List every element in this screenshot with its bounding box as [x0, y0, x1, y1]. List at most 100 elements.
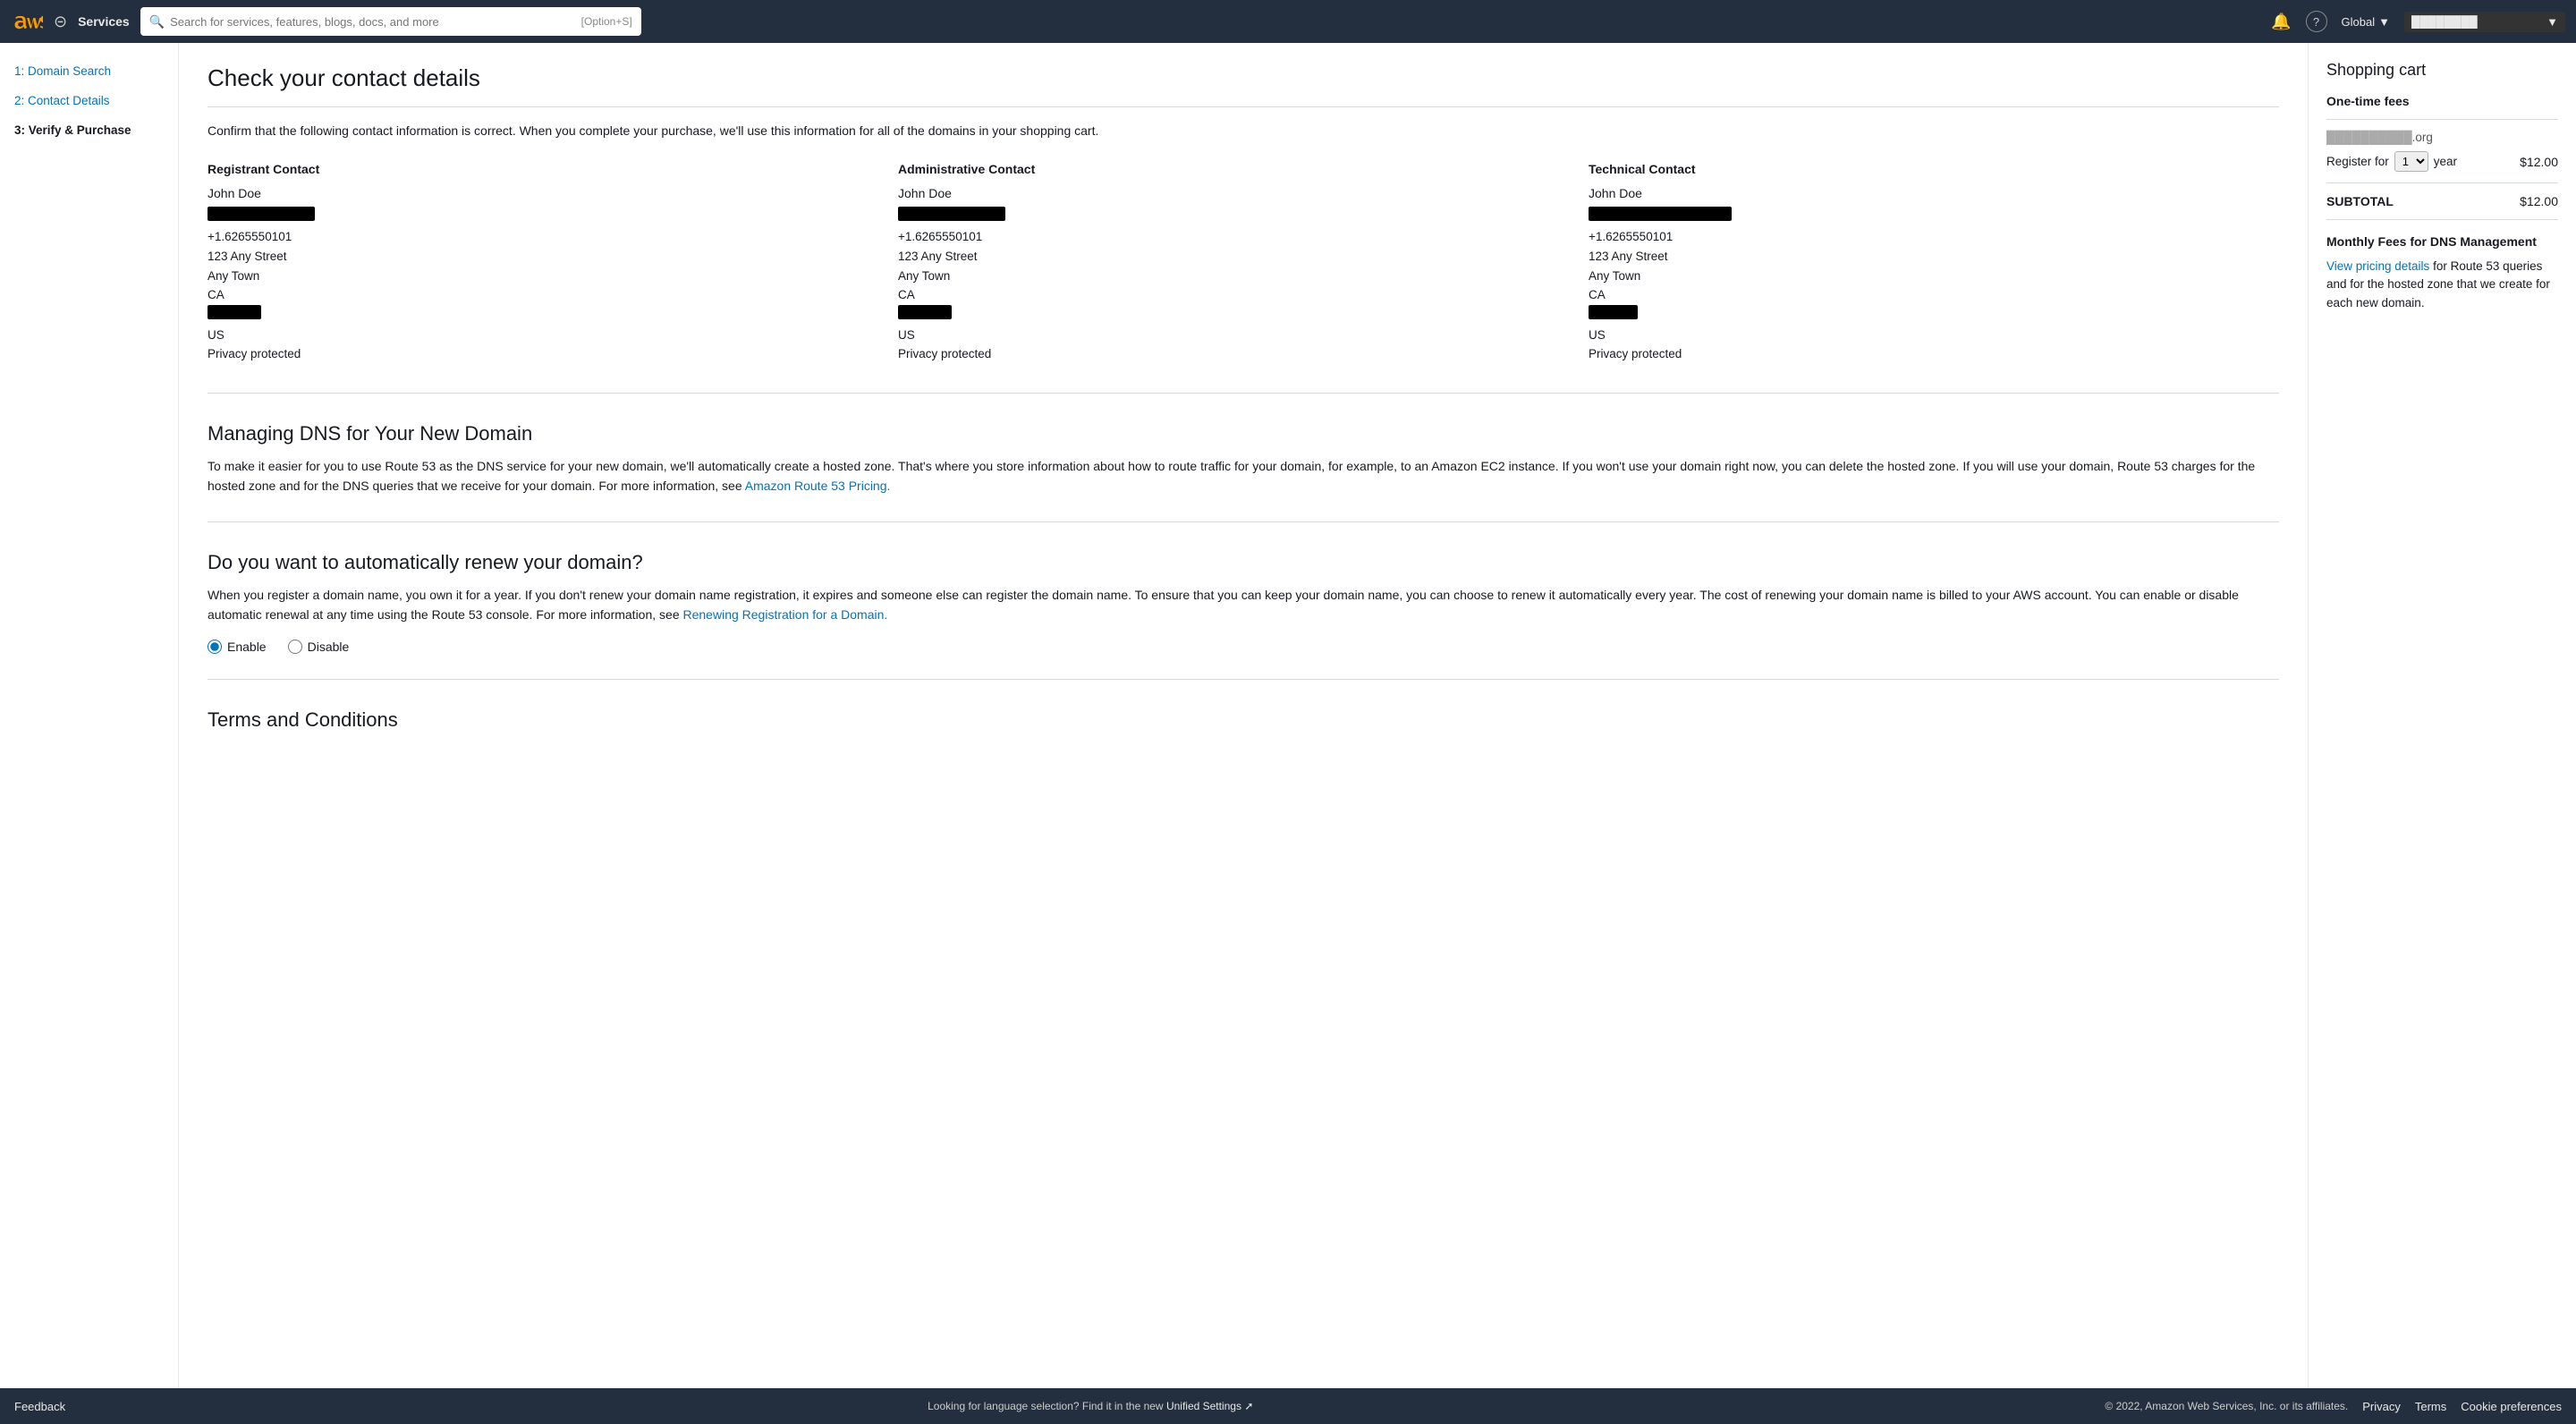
- administrative-contact: Administrative Contact John Doe +1.62655…: [898, 162, 1589, 364]
- search-icon: 🔍: [149, 14, 165, 30]
- help-button[interactable]: ?: [2306, 11, 2327, 32]
- page-wrapper: 1: Domain Search 2: Contact Details 3: V…: [0, 43, 2576, 1388]
- registrant-contact: Registrant Contact John Doe +1.626555010…: [208, 162, 898, 364]
- renew-divider: [208, 521, 2279, 522]
- page-title: Check your contact details: [208, 64, 2279, 92]
- administrative-state: CA: [898, 285, 1589, 305]
- footer-notice: Looking for language selection? Find it …: [76, 1400, 2105, 1412]
- renew-body: When you register a domain name, you own…: [208, 585, 2279, 625]
- title-divider: [208, 106, 2279, 107]
- intro-text: Confirm that the following contact infor…: [208, 122, 2279, 140]
- dns-body-text: To make it easier for you to use Route 5…: [208, 459, 2255, 493]
- dns-heading: Managing DNS for Your New Domain: [208, 422, 2279, 445]
- administrative-email-redacted: [898, 207, 1005, 221]
- registrant-country: US: [208, 326, 898, 345]
- registrant-city: Any Town: [208, 267, 898, 286]
- register-for-label: Register for: [2326, 155, 2389, 168]
- enable-renewal-text: Enable: [227, 640, 267, 654]
- renewing-registration-link[interactable]: Renewing Registration for a Domain.: [683, 607, 888, 622]
- cart-title: Shopping cart: [2326, 61, 2558, 80]
- registrant-address: 123 Any Street: [208, 247, 898, 267]
- sidebar-item-verify-purchase[interactable]: 3: Verify & Purchase: [14, 123, 164, 137]
- account-chevron-icon: ▼: [2546, 15, 2558, 29]
- registrant-heading: Registrant Contact: [208, 162, 898, 176]
- technical-country: US: [1589, 326, 2279, 345]
- technical-state: CA: [1589, 285, 2279, 305]
- monthly-fees-label: Monthly Fees for DNS Management: [2326, 234, 2558, 249]
- one-time-fees-label: One-time fees: [2326, 94, 2558, 108]
- registrant-phone: +1.6265550101: [208, 227, 898, 247]
- registrant-name: John Doe: [208, 183, 898, 203]
- notifications-button[interactable]: 🔔: [2271, 13, 2291, 31]
- region-label: Global: [2342, 15, 2376, 29]
- route53-pricing-link[interactable]: Amazon Route 53 Pricing.: [745, 479, 891, 493]
- cart-price: $12.00: [2520, 155, 2558, 169]
- nav-right: 🔔 ? Global ▼ ████████ ▼: [2271, 11, 2565, 32]
- registrant-state: CA: [208, 285, 898, 305]
- administrative-city: Any Town: [898, 267, 1589, 286]
- register-years-select[interactable]: 1 2 3 5: [2394, 151, 2428, 172]
- administrative-heading: Administrative Contact: [898, 162, 1589, 176]
- technical-heading: Technical Contact: [1589, 162, 2279, 176]
- search-shortcut: [Option+S]: [581, 15, 632, 28]
- renew-body-text: When you register a domain name, you own…: [208, 588, 2239, 622]
- technical-contact: Technical Contact John Doe +1.6265550101…: [1589, 162, 2279, 364]
- registrant-email-redacted: [208, 207, 315, 221]
- technical-privacy: Privacy protected: [1589, 344, 2279, 364]
- registrant-privacy: Privacy protected: [208, 344, 898, 364]
- administrative-name: John Doe: [898, 183, 1589, 203]
- main-content: Check your contact details Confirm that …: [179, 43, 2308, 1388]
- disable-renewal-text: Disable: [308, 640, 350, 654]
- footer-copyright: © 2022, Amazon Web Services, Inc. or its…: [2105, 1400, 2348, 1412]
- account-label: ████████: [2411, 15, 2543, 29]
- administrative-privacy: Privacy protected: [898, 344, 1589, 364]
- footer-notice-text: Looking for language selection? Find it …: [928, 1400, 1166, 1412]
- cart-domain-name: ██████████.org: [2326, 131, 2558, 144]
- unified-settings-link[interactable]: Unified Settings ➚: [1166, 1400, 1253, 1412]
- cart-divider-3: [2326, 219, 2558, 220]
- administrative-zip-redacted: [898, 305, 952, 319]
- search-input[interactable]: [170, 15, 576, 29]
- region-chevron-icon: ▼: [2378, 15, 2390, 29]
- year-label: year: [2434, 155, 2457, 168]
- technical-phone: +1.6265550101: [1589, 227, 2279, 247]
- shopping-cart-sidebar: Shopping cart One-time fees ██████████.o…: [2308, 43, 2576, 1388]
- renewal-radio-group: Enable Disable: [208, 640, 2279, 654]
- aws-logo[interactable]: [11, 5, 43, 38]
- enable-renewal-label[interactable]: Enable: [208, 640, 267, 654]
- terms-heading: Terms and Conditions: [208, 708, 2279, 732]
- sidebar-item-contact-details[interactable]: 2: Contact Details: [14, 94, 164, 107]
- registrant-zip-redacted: [208, 305, 261, 319]
- cart-divider-1: [2326, 119, 2558, 120]
- cart-register-row: Register for 1 2 3 5 year $12.00: [2326, 151, 2558, 172]
- cookie-preferences-link[interactable]: Cookie preferences: [2461, 1400, 2562, 1413]
- disable-renewal-label[interactable]: Disable: [288, 640, 350, 654]
- search-bar[interactable]: 🔍 [Option+S]: [140, 7, 641, 36]
- administrative-phone: +1.6265550101: [898, 227, 1589, 247]
- feedback-link[interactable]: Feedback: [14, 1400, 65, 1413]
- cart-subtotal-row: SUBTOTAL $12.00: [2326, 194, 2558, 208]
- services-nav-label[interactable]: Services: [78, 14, 130, 29]
- view-pricing-link[interactable]: View pricing details: [2326, 259, 2429, 273]
- administrative-country: US: [898, 326, 1589, 345]
- terms-link[interactable]: Terms: [2415, 1400, 2446, 1413]
- technical-city: Any Town: [1589, 267, 2279, 286]
- contacts-grid: Registrant Contact John Doe +1.626555010…: [208, 162, 2279, 364]
- dns-body: To make it easier for you to use Route 5…: [208, 456, 2279, 496]
- region-selector[interactable]: Global ▼: [2342, 15, 2390, 29]
- grid-icon[interactable]: ⊝: [54, 13, 67, 31]
- subtotal-label: SUBTOTAL: [2326, 194, 2394, 208]
- cart-domain-tld: .org: [2412, 131, 2433, 144]
- administrative-address: 123 Any Street: [898, 247, 1589, 267]
- top-navigation: ⊝ Services 🔍 [Option+S] 🔔 ? Global ▼ ███…: [0, 0, 2576, 43]
- enable-renewal-radio[interactable]: [208, 640, 222, 654]
- footer-right: © 2022, Amazon Web Services, Inc. or its…: [2105, 1400, 2562, 1413]
- sidebar-item-domain-search[interactable]: 1: Domain Search: [14, 64, 164, 78]
- technical-address: 123 Any Street: [1589, 247, 2279, 267]
- privacy-link[interactable]: Privacy: [2362, 1400, 2401, 1413]
- dns-divider: [208, 393, 2279, 394]
- technical-zip-redacted: [1589, 305, 1638, 319]
- disable-renewal-radio[interactable]: [288, 640, 302, 654]
- account-selector[interactable]: ████████ ▼: [2404, 12, 2565, 32]
- subtotal-price: $12.00: [2520, 194, 2558, 208]
